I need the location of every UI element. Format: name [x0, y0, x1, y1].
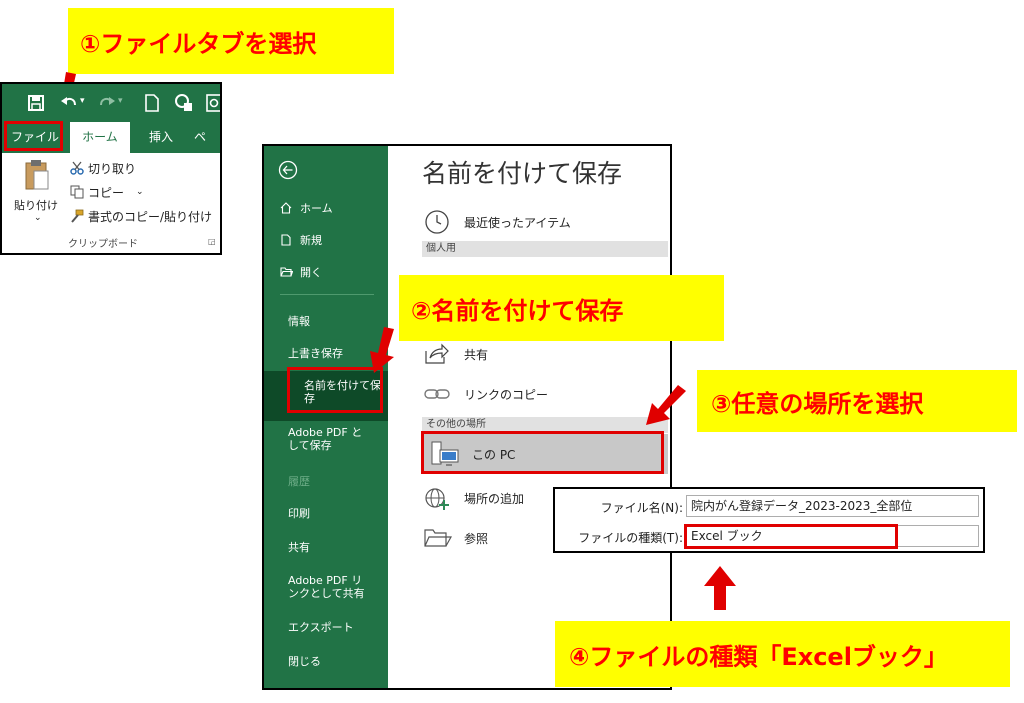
- redo-icon[interactable]: [98, 95, 116, 111]
- sidebar-item-print[interactable]: 印刷: [264, 504, 388, 524]
- filename-label: ファイル名(N):: [600, 501, 683, 515]
- new-file-icon[interactable]: [145, 94, 159, 112]
- sidebar-label: 新規: [300, 234, 322, 247]
- backstage-sidebar: ホーム 新規 開く 情報 上書き保存 名前を付けて保存 Adobe PDF とし…: [264, 146, 388, 688]
- sidebar-item-export[interactable]: エクスポート: [264, 618, 388, 638]
- copy-button[interactable]: コピー ⌄: [70, 183, 144, 201]
- sidebar-item-share-adobe-pdf[interactable]: Adobe PDF リンクとして共有: [264, 574, 388, 608]
- highlight-file-tab: [4, 121, 63, 151]
- excel-ribbon: ▾ ▾ ファイル ホーム 挿入 ペ 貼り付け ⌄ 切り取り コピー ⌄ 書式のコ…: [0, 82, 222, 255]
- location-label: 参照: [464, 531, 489, 546]
- callout-step1: ①ファイルタブを選択: [68, 8, 394, 74]
- browse-folder-icon: [424, 529, 452, 547]
- copy-label: コピー: [88, 185, 125, 200]
- sidebar-item-share[interactable]: 共有: [264, 538, 388, 558]
- cut-label: 切り取り: [88, 161, 137, 176]
- back-arrow-icon[interactable]: [278, 160, 298, 180]
- filename-field[interactable]: 院内がん登録データ_2023-2023_全部位: [686, 495, 979, 517]
- paste-dropdown-icon: ⌄: [34, 213, 42, 223]
- sidebar-item-open[interactable]: 開く: [264, 262, 388, 282]
- sidebar-item-save-adobe-pdf[interactable]: Adobe PDF として保存: [264, 426, 388, 460]
- location-label: 共有: [464, 347, 489, 362]
- cut-button[interactable]: 切り取り: [70, 159, 136, 177]
- sidebar-divider: [280, 294, 374, 295]
- sidebar-item-close[interactable]: 閉じる: [264, 652, 388, 672]
- location-share[interactable]: 共有: [424, 340, 488, 368]
- globe-add-icon: [425, 488, 449, 510]
- sidebar-item-home[interactable]: ホーム: [264, 198, 388, 218]
- tab-page-layout[interactable]: ペ: [194, 122, 220, 153]
- location-label: リンクのコピー: [464, 387, 549, 402]
- sidebar-label: ホーム: [300, 202, 333, 215]
- touch-mode-icon[interactable]: [174, 93, 194, 113]
- highlight-filetype: [684, 524, 898, 549]
- copy-dropdown-icon[interactable]: ⌄: [136, 187, 144, 197]
- paste-label: 貼り付け: [14, 199, 58, 212]
- callout-step4: ④ファイルの種類「Excelブック」: [555, 621, 1010, 687]
- filetype-label: ファイルの種類(T):: [578, 531, 683, 545]
- format-painter-button[interactable]: 書式のコピー/貼り付け: [70, 207, 212, 225]
- arrow-step4: [704, 566, 736, 610]
- location-add-place[interactable]: 場所の追加: [424, 484, 524, 512]
- open-folder-icon: [280, 267, 293, 277]
- callout-step3: ③任意の場所を選択: [697, 370, 1017, 432]
- share-icon: [425, 343, 449, 364]
- quick-access-toolbar: ▾ ▾: [2, 84, 222, 122]
- highlight-this-pc: [421, 431, 664, 474]
- scissors-icon: [70, 161, 84, 175]
- backstage-view: ホーム 新規 開く 情報 上書き保存 名前を付けて保存 Adobe PDF とし…: [262, 144, 672, 690]
- page-title: 名前を付けて保存: [422, 159, 623, 188]
- arrow-step3: [646, 385, 686, 425]
- paste-button[interactable]: 貼り付け ⌄: [12, 159, 60, 229]
- arrow-step2: [370, 327, 394, 373]
- section-header-personal: 個人用: [422, 241, 668, 257]
- tab-insert[interactable]: 挿入: [138, 122, 184, 153]
- location-recent[interactable]: 最近使ったアイテム: [424, 208, 571, 236]
- new-icon: [281, 234, 291, 246]
- clock-icon: [425, 210, 449, 234]
- redo-dropdown-icon[interactable]: ▾: [118, 96, 123, 106]
- copy-icon: [70, 185, 84, 199]
- undo-icon[interactable]: [60, 95, 78, 111]
- location-link-copy[interactable]: リンクのコピー: [424, 380, 548, 408]
- location-browse[interactable]: 参照: [424, 524, 488, 552]
- save-icon[interactable]: [28, 95, 44, 111]
- format-painter-label: 書式のコピー/貼り付け: [88, 209, 213, 224]
- clipboard-group-label: クリップボード: [68, 239, 138, 250]
- print-preview-icon[interactable]: [206, 94, 222, 112]
- location-label: 場所の追加: [464, 491, 525, 506]
- location-label: 最近使ったアイテム: [464, 215, 571, 230]
- undo-dropdown-icon[interactable]: ▾: [80, 96, 85, 106]
- paste-icon: [25, 160, 49, 190]
- callout-step2: ②名前を付けて保存: [399, 275, 724, 341]
- tab-home[interactable]: ホーム: [70, 122, 130, 153]
- format-painter-icon: [71, 209, 84, 223]
- sidebar-item-new[interactable]: 新規: [264, 230, 388, 250]
- home-icon: [280, 202, 292, 214]
- sidebar-label: 開く: [300, 266, 322, 279]
- link-icon: [424, 389, 450, 399]
- sidebar-item-history: 履歴: [288, 475, 310, 488]
- clipboard-launcher-icon[interactable]: ◲: [208, 237, 216, 246]
- ribbon-home-body: 貼り付け ⌄ 切り取り コピー ⌄ 書式のコピー/貼り付け クリップボード ◲: [2, 153, 220, 253]
